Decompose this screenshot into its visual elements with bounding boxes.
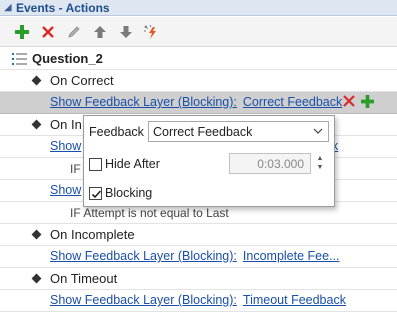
panel-title: Events - Actions — [16, 0, 110, 15]
target-link[interactable]: Timeout Feedback — [243, 293, 346, 307]
delete-row-x-icon[interactable] — [343, 95, 355, 107]
action-link[interactable]: Show — [50, 139, 81, 153]
hide-after-time-value: 0:03.000 — [257, 156, 304, 171]
move-down-button[interactable] — [114, 20, 137, 44]
action-text: Show — [50, 139, 81, 153]
action-link[interactable]: Show Feedback Layer (Blocking): — [50, 249, 237, 263]
collapse-triangle-icon[interactable]: ◢ — [0, 2, 16, 13]
x-icon — [41, 25, 54, 38]
hide-after-checkbox[interactable] — [89, 158, 102, 171]
plus-icon — [14, 24, 29, 39]
target-link[interactable]: Correct Feedback — [243, 95, 342, 109]
event-label: On Timeout — [50, 271, 118, 286]
feedback-select-value: Correct Feedback — [153, 124, 253, 139]
spin-down-icon[interactable]: ▼ — [314, 164, 326, 172]
diamond-icon — [31, 229, 42, 240]
panel-header[interactable]: ◢ Events - Actions — [0, 0, 397, 16]
action-text: Show Feedback Layer (Blocking): Incomplet… — [50, 249, 339, 263]
action-text: Show — [50, 183, 81, 197]
action-link[interactable]: Show Feedback Layer (Blocking): — [50, 95, 237, 109]
action-link[interactable]: Show Feedback Layer (Blocking): — [50, 293, 237, 307]
action-text: Show Feedback Layer (Blocking): Timeout F… — [50, 293, 346, 307]
feedback-popup: Feedback Correct Feedback Hide After 0:0… — [83, 115, 335, 207]
time-spinner[interactable]: ▲ ▼ — [314, 153, 326, 174]
add-row-plus-icon[interactable] — [361, 95, 374, 108]
action-link[interactable]: Show — [50, 183, 81, 197]
edit-button[interactable] — [62, 20, 85, 44]
action-row-incomplete[interactable]: Show Feedback Layer (Blocking): Incomplet… — [0, 246, 397, 268]
arrow-up-icon — [93, 25, 106, 38]
question-row[interactable]: Question_2 — [0, 48, 397, 70]
pencil-icon — [67, 25, 80, 38]
move-up-button[interactable] — [88, 20, 111, 44]
magic-button[interactable] — [140, 20, 163, 44]
diamond-icon — [31, 273, 42, 284]
target-link[interactable]: Incomplete Fee... — [243, 249, 340, 263]
action-row-timeout[interactable]: Show Feedback Layer (Blocking): Timeout F… — [0, 290, 397, 312]
event-label: On In — [50, 117, 82, 132]
checkmark-icon — [91, 190, 102, 199]
question-label: Question_2 — [32, 51, 103, 66]
hide-after-time-input[interactable]: 0:03.000 — [229, 153, 311, 174]
list-icon — [12, 53, 27, 65]
spin-up-icon[interactable]: ▲ — [314, 155, 326, 163]
arrow-down-icon — [119, 25, 132, 38]
diamond-icon — [31, 119, 42, 130]
feedback-select[interactable]: Correct Feedback — [148, 121, 329, 142]
row-actions — [343, 95, 374, 108]
blocking-checkbox[interactable] — [89, 187, 102, 200]
event-row-on-timeout[interactable]: On Timeout — [0, 268, 397, 290]
event-label: On Incomplete — [50, 227, 135, 242]
action-text: Show Feedback Layer (Blocking): Correct F… — [50, 95, 342, 109]
diamond-icon — [31, 75, 42, 86]
event-row-on-correct[interactable]: On Correct — [0, 70, 397, 92]
chevron-down-icon — [313, 128, 323, 134]
toolbar — [0, 17, 397, 47]
action-row-correct-feedback[interactable]: Show Feedback Layer (Blocking): Correct F… — [0, 92, 397, 114]
magic-wand-icon — [143, 24, 156, 39]
add-button[interactable] — [10, 20, 33, 44]
blocking-label: Blocking — [105, 186, 153, 200]
condition-label: IF Attempt is not equal to Last — [70, 206, 229, 220]
event-label: On Correct — [50, 73, 114, 88]
condition-label: IF — [70, 162, 81, 176]
hide-after-label: Hide After — [105, 157, 160, 171]
event-row-on-incomplete[interactable]: On Incomplete — [0, 224, 397, 246]
feedback-label: Feedback — [89, 125, 144, 139]
delete-button[interactable] — [36, 20, 59, 44]
